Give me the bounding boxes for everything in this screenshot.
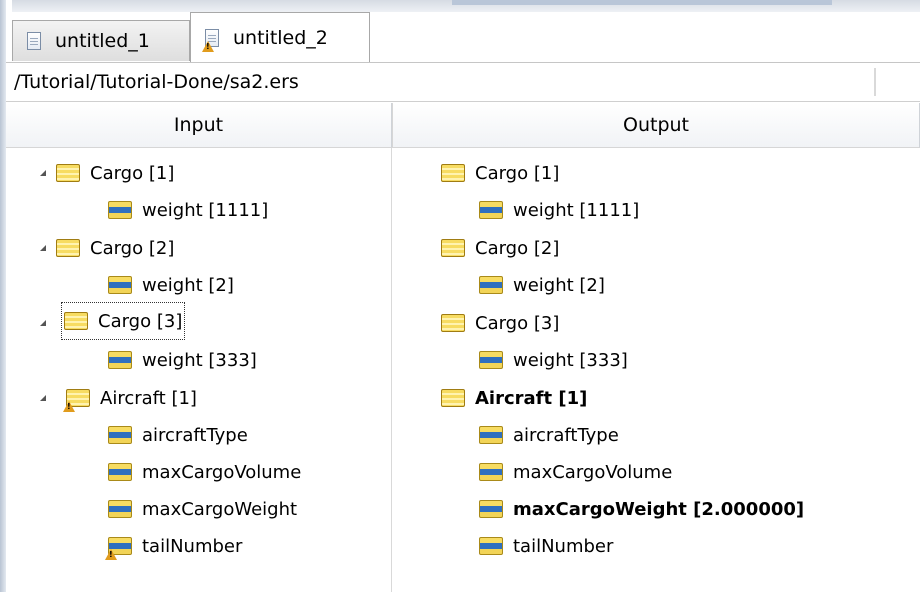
tab-label: untitled_1 (55, 30, 150, 52)
attribute-warning-icon (105, 537, 132, 560)
tree-row-label: weight [2] (513, 274, 605, 296)
collapse-arrow-icon[interactable] (40, 320, 46, 326)
tree-row[interactable]: maxCargoWeight [2.000000] (479, 491, 804, 527)
collapse-arrow-icon[interactable] (40, 395, 46, 401)
tree-row[interactable]: Aircraft [1] (63, 380, 197, 416)
entity-icon (64, 312, 88, 330)
pane-divider[interactable] (391, 148, 392, 592)
tab-label: untitled_2 (233, 26, 328, 49)
attribute-icon (108, 201, 132, 219)
tree-row-label: weight [333] (142, 349, 257, 371)
tree-row-label: maxCargoWeight (142, 498, 298, 520)
tree-row[interactable]: weight [1111] (108, 192, 268, 228)
entity-icon (441, 389, 465, 407)
tree-row-label: Cargo [1] (475, 162, 560, 184)
tree-row[interactable]: weight [2] (479, 267, 605, 303)
tree-row[interactable]: tailNumber (105, 528, 243, 564)
entity-icon (441, 164, 465, 182)
tab-untitled-2[interactable]: untitled_2 (190, 12, 370, 62)
tree-row-label: Cargo [2] (475, 237, 560, 259)
tab-bar: untitled_1 untitled_2 (6, 0, 920, 63)
attribute-icon (108, 463, 132, 481)
tree-row-label: Aircraft [1] (100, 387, 197, 409)
attribute-icon (108, 276, 132, 294)
tree-row-label: maxCargoVolume (142, 461, 302, 483)
collapse-arrow-icon[interactable] (40, 245, 46, 251)
tree-row[interactable]: aircraftType (479, 417, 619, 453)
tree-row[interactable]: Cargo [1] (441, 155, 559, 191)
attribute-icon (108, 500, 132, 518)
tree-row-label: Cargo [2] (90, 237, 175, 259)
tree-row-label: maxCargoWeight [2.000000] (513, 498, 805, 520)
entity-icon (441, 239, 465, 257)
tree-row[interactable]: aircraftType (108, 417, 248, 453)
tree-row-label: Cargo [3] (475, 312, 560, 334)
tab-strip-background (12, 0, 920, 12)
input-column-label: Input (173, 114, 224, 136)
tree-row[interactable]: maxCargoWeight (108, 491, 297, 527)
tree-row[interactable]: weight [2] (108, 267, 234, 303)
document-warning-icon (202, 28, 219, 52)
tree-row[interactable]: weight [333] (479, 342, 628, 378)
tab-untitled-1[interactable]: untitled_1 (12, 20, 190, 61)
editor-window: untitled_1 untitled_2 /Tutorial/Tutorial… (0, 0, 920, 592)
document-icon (27, 32, 41, 50)
tree-row-label: aircraftType (142, 424, 248, 446)
tree-row[interactable]: Aircraft [1] (441, 380, 587, 416)
tree-row[interactable]: tailNumber (479, 528, 613, 564)
warning-icon (63, 401, 75, 412)
path-divider (874, 68, 876, 96)
tree-row-label: Cargo [3] (98, 310, 183, 332)
entity-icon (56, 164, 80, 182)
attribute-icon (479, 537, 503, 555)
warning-icon (202, 40, 214, 52)
tree-row[interactable]: weight [1111] (479, 192, 639, 228)
output-column-label: Output (623, 114, 689, 136)
tree-row[interactable]: maxCargoVolume (108, 454, 301, 490)
input-column-header[interactable]: Input (6, 103, 392, 148)
tree-row-label: weight [2] (142, 274, 234, 296)
tree-row[interactable]: Cargo [2] (441, 230, 559, 266)
attribute-icon (479, 276, 503, 294)
tree-row-label: weight [1111] (142, 199, 269, 221)
tree-row[interactable]: weight [333] (108, 342, 257, 378)
entity-warning-icon (63, 389, 90, 412)
attribute-icon (479, 500, 503, 518)
file-path: /Tutorial/Tutorial-Done/sa2.ers (14, 70, 299, 93)
tree-row[interactable]: maxCargoVolume (479, 454, 672, 490)
output-column-header[interactable]: Output (392, 103, 920, 148)
attribute-icon (479, 201, 503, 219)
attribute-icon (479, 463, 503, 481)
tree-row[interactable]: Cargo [1] (56, 155, 174, 191)
tree-row-label: aircraftType (513, 424, 619, 446)
tree-row-label: tailNumber (513, 535, 614, 557)
collapse-arrow-icon[interactable] (40, 170, 46, 176)
attribute-icon (108, 426, 132, 444)
tree-row[interactable]: Cargo [2] (56, 230, 174, 266)
tab-strip-accent (452, 0, 832, 5)
entity-icon (56, 239, 80, 257)
tree-row-label: weight [1111] (513, 199, 640, 221)
entity-icon (441, 314, 465, 332)
tree-row-label: Cargo [1] (90, 162, 175, 184)
tree-row-label: tailNumber (142, 535, 243, 557)
attribute-icon (108, 351, 132, 369)
tree-row[interactable]: Cargo [3] (441, 305, 559, 341)
tree-row-selected[interactable]: Cargo [3] (60, 302, 186, 340)
attribute-icon (479, 351, 503, 369)
tree-row-label: maxCargoVolume (513, 461, 673, 483)
file-path-bar: /Tutorial/Tutorial-Done/sa2.ers (6, 62, 920, 102)
tree-row-label: weight [333] (513, 349, 628, 371)
tree-row-label: Aircraft [1] (475, 387, 588, 409)
attribute-icon (479, 426, 503, 444)
warning-icon (105, 549, 117, 560)
